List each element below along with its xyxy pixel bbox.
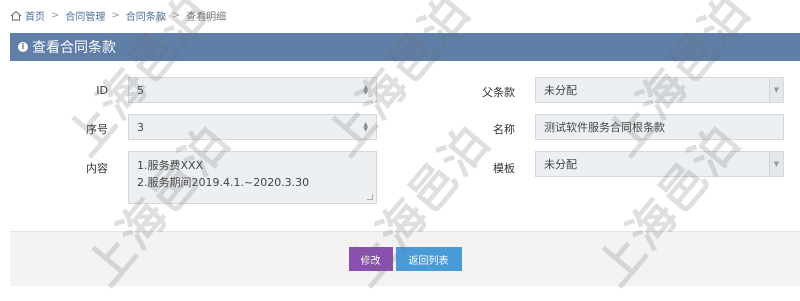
breadcrumb-separator: > bbox=[51, 9, 60, 21]
parent-label: 父条款 bbox=[482, 86, 515, 99]
id-value: 5 bbox=[137, 83, 144, 97]
chevron-down-icon[interactable]: ▼ bbox=[769, 152, 783, 176]
content-label: 内容 bbox=[86, 162, 108, 175]
id-spinner-icon[interactable]: ▲ ▼ bbox=[363, 85, 368, 96]
content-line-1: 1.服务费XXX bbox=[137, 159, 204, 172]
name-input[interactable]: 测试软件服务合同根条款 bbox=[535, 114, 784, 140]
edit-button[interactable]: 修改 bbox=[348, 247, 393, 271]
chevron-down-icon[interactable]: ▼ bbox=[769, 78, 783, 102]
breadcrumb-home[interactable]: 首页 bbox=[25, 8, 45, 23]
breadcrumb-separator: > bbox=[171, 9, 181, 21]
breadcrumb: 首页 > 合同管理 > 合同条款 > 查看明细 bbox=[0, 0, 800, 30]
template-select[interactable]: 未分配 ▼ bbox=[535, 151, 784, 177]
resize-grip-icon[interactable] bbox=[367, 194, 373, 200]
page-title: 查看合同条款 bbox=[32, 40, 116, 56]
home-icon[interactable] bbox=[10, 10, 22, 21]
template-label: 模板 bbox=[493, 162, 515, 175]
breadcrumb-current: 查看明细 bbox=[186, 11, 227, 23]
content-line-2: 2.服务期间2019.4.1.~2020.3.30 bbox=[137, 176, 310, 189]
page-header: i 查看合同条款 bbox=[10, 33, 800, 61]
seq-value: 3 bbox=[137, 120, 144, 134]
id-input[interactable]: 5 ▲ ▼ bbox=[128, 77, 377, 103]
back-to-list-button[interactable]: 返回列表 bbox=[395, 247, 462, 271]
content-textarea[interactable]: 1.服务费XXX 2.服务期间2019.4.1.~2020.3.30 bbox=[128, 151, 377, 204]
seq-input[interactable]: 3 ▲ ▼ bbox=[128, 114, 377, 140]
form-actions: 修改 返回列表 bbox=[10, 231, 800, 286]
form-area: ID 5 ▲ ▼ 序号 3 ▲ ▼ 内容 1.服务费XXX 2.服务期间2019.4… bbox=[10, 61, 800, 231]
parent-select[interactable]: 未分配 ▼ bbox=[535, 77, 784, 103]
name-label: 名称 bbox=[493, 123, 515, 136]
template-value: 未分配 bbox=[544, 158, 577, 171]
seq-label: 序号 bbox=[86, 123, 108, 136]
parent-value: 未分配 bbox=[544, 84, 577, 97]
name-value: 测试软件服务合同根条款 bbox=[544, 121, 665, 134]
info-icon: i bbox=[18, 42, 28, 52]
breadcrumb-contract-clauses[interactable]: 合同条款 bbox=[126, 8, 166, 23]
breadcrumb-separator: > bbox=[111, 9, 120, 21]
id-label: ID bbox=[96, 84, 108, 97]
seq-spinner-icon[interactable]: ▲ ▼ bbox=[363, 122, 368, 133]
breadcrumb-contract-management[interactable]: 合同管理 bbox=[65, 8, 105, 23]
